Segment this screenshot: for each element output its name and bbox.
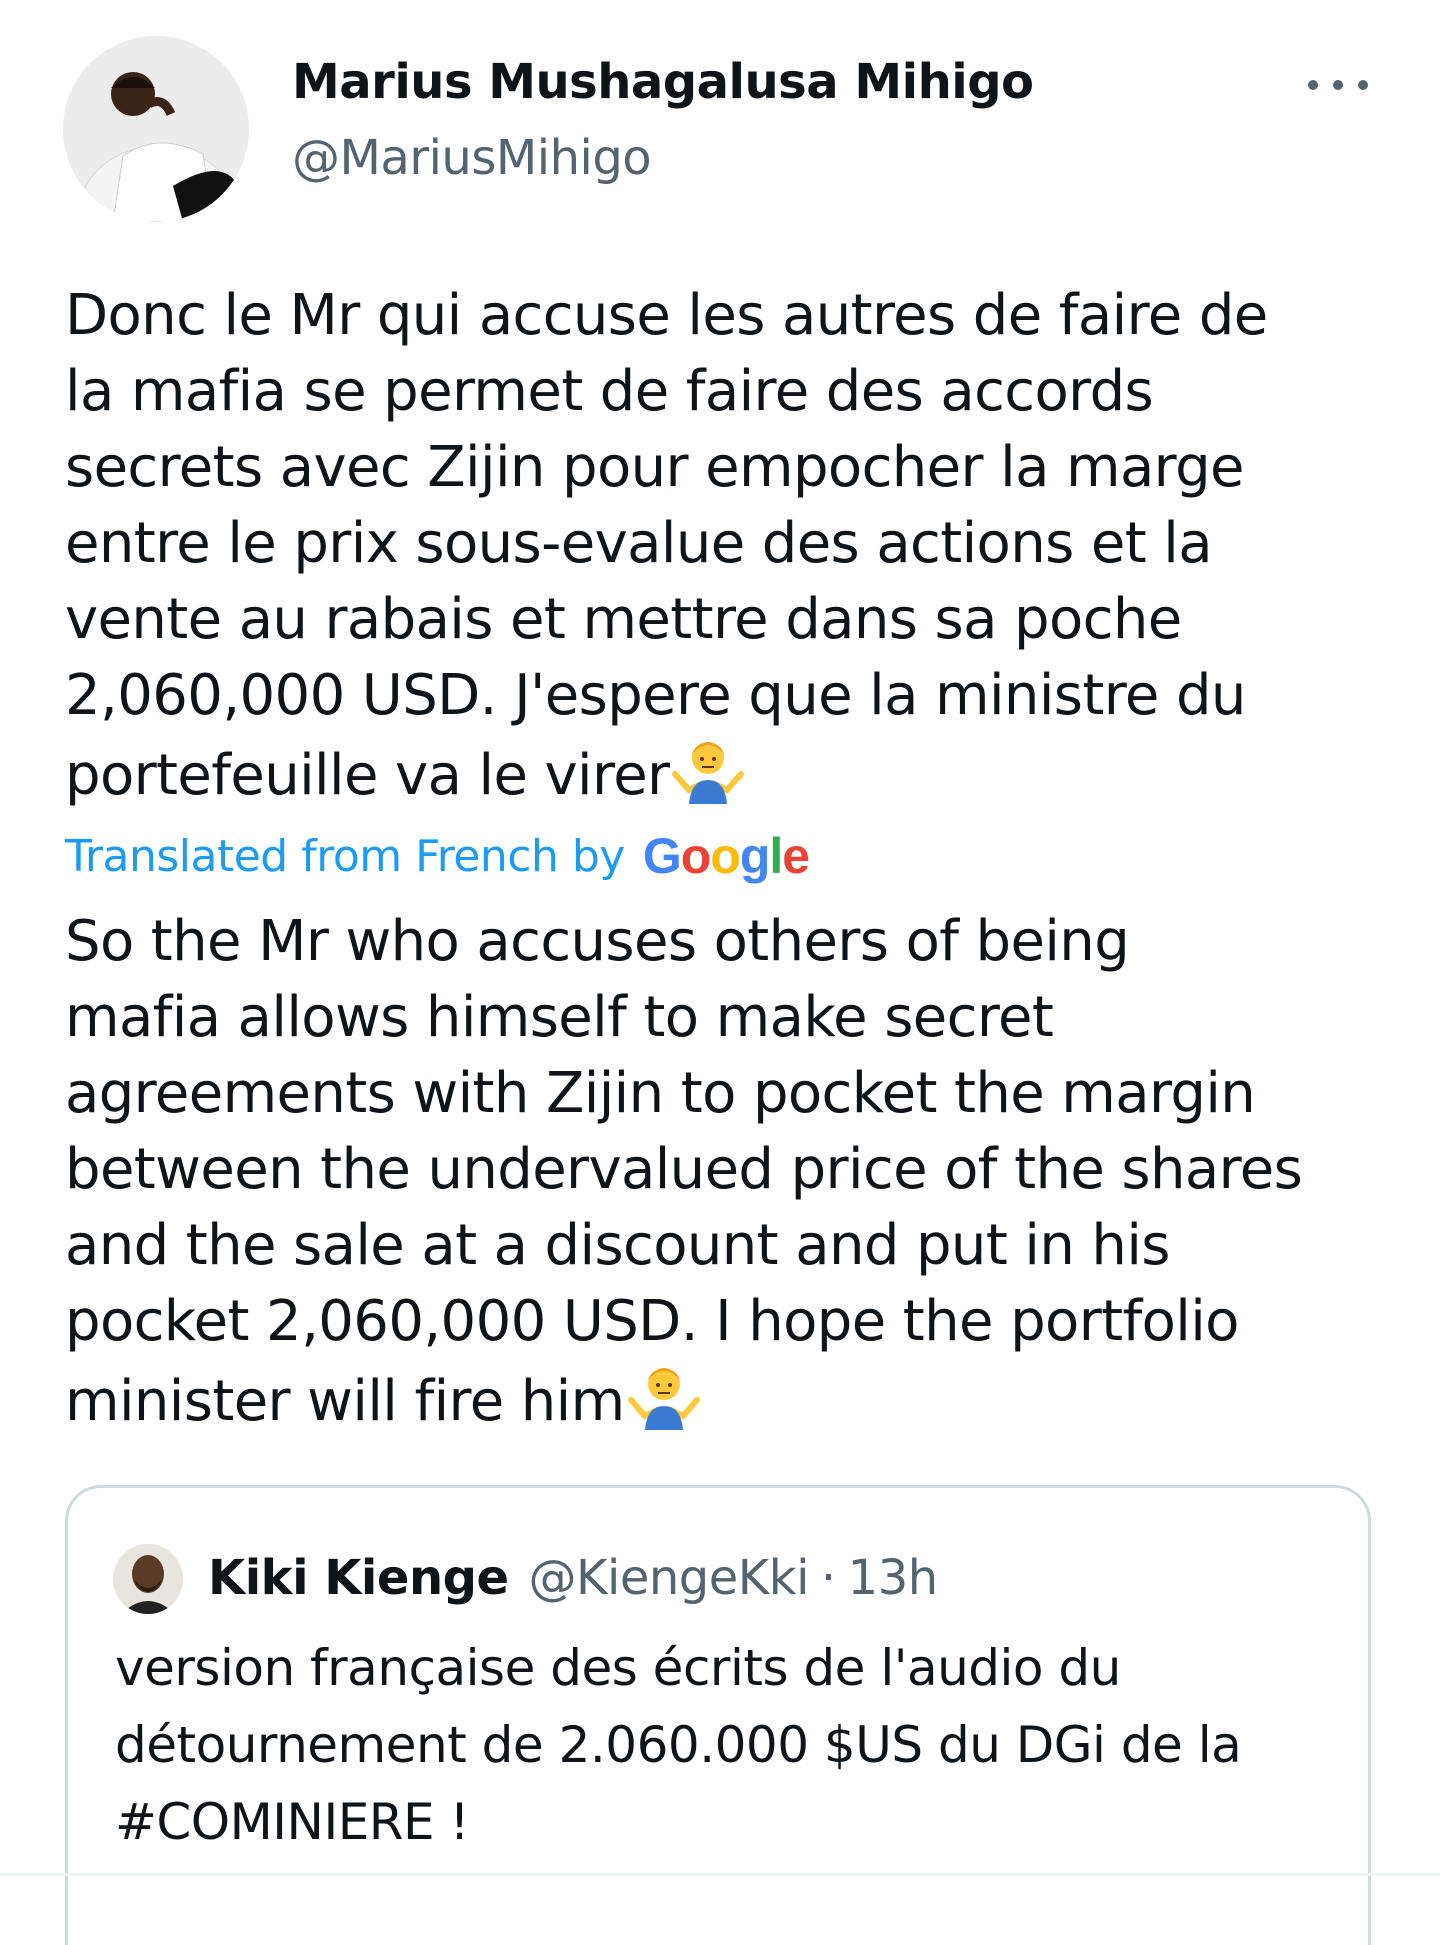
google-logo-letter: o [710,828,741,884]
translation-link[interactable]: Translated from French by [65,831,625,882]
google-logo-letter: o [680,828,712,884]
tweet: Marius Mushagalusa Mihigo @MariusMihigo … [0,0,1440,1945]
quoted-author-handle[interactable]: @KiengeKki [529,1550,810,1606]
quoted-tweet-card[interactable]: Kiki Kienge @KiengeKki · 13h version fra… [65,1485,1371,1945]
google-logo-letter: l [769,828,783,884]
quoted-tweet-text: version française des écrits de l'audio … [115,1639,1242,1851]
tweet-translated-text-content: So the Mr who accuses others of being ma… [65,909,1303,1434]
google-logo: Google [642,827,810,885]
more-options-button[interactable] [1308,68,1368,102]
google-logo-letter: G [642,828,682,884]
translation-attribution: Translated from French by Google [65,826,810,886]
author-avatar[interactable] [63,36,249,222]
quoted-author-avatar[interactable] [113,1544,183,1614]
man-shrugging-emoji [627,1368,700,1430]
divider [0,1873,1440,1876]
author-handle[interactable]: @MariusMihigo [292,128,652,188]
ellipsis-icon [1358,80,1368,90]
ellipsis-icon [1333,80,1343,90]
tweet-original-text: Donc le Mr qui accuse les autres de fair… [65,278,1395,814]
quoted-tweet-time[interactable]: 13h [848,1550,939,1606]
quoted-author-name[interactable]: Kiki Kienge [208,1550,509,1606]
header-separator: · [820,1550,836,1606]
quoted-author-avatar-photo [113,1544,183,1614]
tweet-translated-text: So the Mr who accuses others of being ma… [65,904,1395,1440]
author-avatar-photo [63,36,249,222]
tweet-original-text-content: Donc le Mr qui accuse les autres de fair… [65,283,1268,808]
ellipsis-icon [1308,80,1318,90]
google-logo-letter: g [739,828,771,884]
quoted-tweet-header: Kiki Kienge @KiengeKki · 13h [208,1546,938,1610]
author-display-name[interactable]: Marius Mushagalusa Mihigo [292,52,1034,112]
google-logo-letter: e [782,828,810,884]
man-shrugging-emoji [672,742,745,804]
